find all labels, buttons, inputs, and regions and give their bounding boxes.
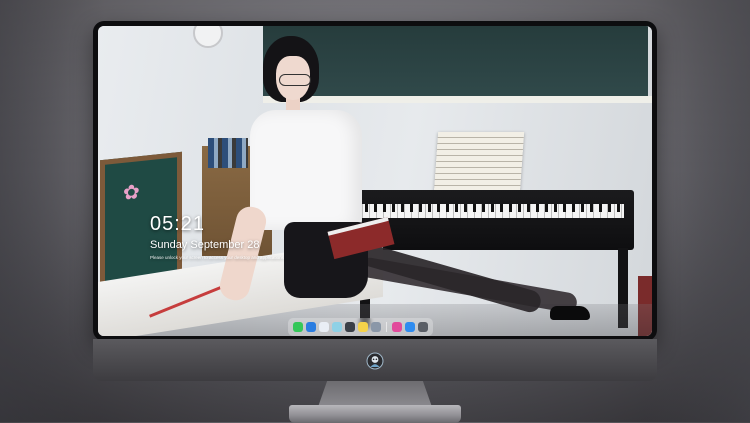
- piano-black-keys: [356, 204, 624, 212]
- dock: [288, 318, 433, 336]
- notes-app-icon[interactable]: [332, 322, 342, 332]
- wallpaper-ledge: [263, 96, 652, 103]
- monitor-stand-neck: [318, 381, 432, 407]
- app-store-icon[interactable]: [405, 322, 415, 332]
- messages-app-icon[interactable]: [293, 322, 303, 332]
- preview-app-icon[interactable]: [371, 322, 381, 332]
- wallpaper-sheet-music: [433, 132, 525, 194]
- finder-app-icon[interactable]: [306, 322, 316, 332]
- safari-app-icon[interactable]: [319, 322, 329, 332]
- glasses-icon: [279, 74, 311, 86]
- monitor-stand-base: [289, 405, 461, 423]
- lock-screen[interactable]: ✿ 05:21 Sunday September 28 Please unloc…: [98, 26, 652, 336]
- claquette-app-icon[interactable]: [345, 322, 355, 332]
- person-shirt: [250, 110, 362, 230]
- wallpaper-blackboard: [263, 26, 648, 96]
- lock-note: Please unlock your screen to access your…: [150, 255, 284, 260]
- flower-drawing-icon: ✿: [123, 181, 140, 205]
- wallpaper-books: [208, 138, 248, 168]
- screenshot-app-icon[interactable]: [418, 322, 428, 332]
- lock-time: 05:21: [150, 213, 206, 235]
- brand-logo-icon: [366, 352, 384, 370]
- monitor-bezel: ✿ 05:21 Sunday September 28 Please unloc…: [93, 21, 657, 341]
- person-shoe: [550, 306, 590, 320]
- lock-date: Sunday September 28: [150, 239, 260, 251]
- desktop-monitor: ✿ 05:21 Sunday September 28 Please unloc…: [93, 21, 657, 423]
- stickies-app-icon[interactable]: [358, 322, 368, 332]
- itunes-app-icon[interactable]: [392, 322, 402, 332]
- lock-screen-info: 05:21 Sunday September 28 Please unlock …: [150, 213, 284, 260]
- dock-separator: [386, 322, 387, 332]
